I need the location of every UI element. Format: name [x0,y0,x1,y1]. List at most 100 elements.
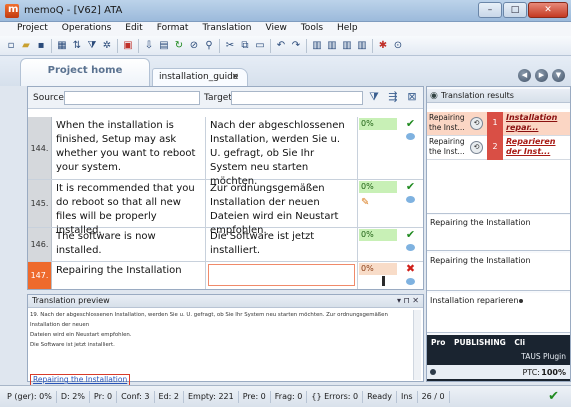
target-edit-box[interactable] [208,264,355,286]
result-item[interactable]: Repairing the Inst... ⟲ 2 Reparieren der… [427,136,570,160]
copy-source-icon[interactable]: ↻ [172,39,186,53]
close-button[interactable]: ✕ [528,2,568,18]
segment-row[interactable]: 144. When the installation is finished, … [28,117,423,187]
taus-tab-pro[interactable]: Pro [431,338,445,347]
comment-bubble-icon[interactable] [406,244,415,251]
cut-icon[interactable]: ✂ [223,39,237,53]
open-icon[interactable]: ▰ [19,39,33,53]
new-icon[interactable]: ▫ [4,39,18,53]
segment-number: 144. [28,117,52,179]
segment-row[interactable]: 145. It is recommended that you do reboo… [28,180,423,236]
status-confirmed: Conf: 3 [117,390,155,403]
target-cell[interactable]: Zur ordnungsgemäßen Installation der neu… [206,180,358,236]
paste-icon[interactable]: ▭ [253,39,267,53]
source-cell: Repairing the Installation [52,262,206,289]
target-cell[interactable]: Die Software ist jetzt installiert. [206,228,358,261]
taus-tab-publishing[interactable]: PUBLISHING [454,338,506,347]
menu-format[interactable]: Format [150,22,196,36]
menu-project[interactable]: Project [10,22,55,36]
undo-icon[interactable]: ↶ [274,39,288,53]
help-icon[interactable]: ⊙ [391,39,405,53]
table-icon[interactable]: ▦ [55,39,69,53]
gear-icon[interactable]: ✱ [376,39,390,53]
menu-help[interactable]: Help [330,22,365,36]
clear-filter-icon[interactable]: ⊠ [405,90,419,105]
toolbar-separator [270,38,271,53]
match-cell: 0% ✎ [358,180,398,227]
status-cell: ✖ [398,262,423,289]
find-icon[interactable]: ⚲ [202,39,216,53]
taus-plugin-panel: Pro PUBLISHING Cli TAUS Plugin PTC: 100% [427,335,570,381]
tab-project-home[interactable]: Project home [20,58,150,86]
ok-check-icon: ✔ [548,389,559,404]
settings-icon[interactable]: ✲ [100,39,114,53]
result-source: Repairing the Inst... [429,113,465,132]
preview-scrollbar[interactable] [413,310,421,380]
redo-icon[interactable]: ↷ [289,39,303,53]
preview-title: Translation preview [32,296,110,305]
layout-3-icon[interactable]: ▥ [340,39,354,53]
maximize-button[interactable]: □ [503,2,527,18]
menu-edit[interactable]: Edit [118,22,149,36]
toolbar-separator [51,38,52,53]
result-target-text: Installation reparieren [430,296,519,305]
source-filter-input[interactable] [64,91,200,105]
status-progress: P (ger): 0% [3,390,57,403]
toolbar-separator [306,38,307,53]
confirmed-check-icon: ✔ [405,117,416,130]
tab-close-icon[interactable]: × [231,69,239,85]
lookup-icon[interactable]: ▤ [157,39,171,53]
target-filter-input[interactable] [231,91,363,105]
toolbar-separator [219,38,220,53]
comment-bubble-icon[interactable] [406,278,415,285]
menu-translation[interactable]: Translation [195,22,258,36]
clear-icon[interactable]: ⊘ [187,39,201,53]
copy-icon[interactable]: ⧉ [238,39,252,53]
menu-operations[interactable]: Operations [55,22,118,36]
segment-row-active[interactable]: 147. Repairing the Installation 0% ✖ [28,262,423,289]
status-bar: P (ger): 0% D: 2% Pr: 0 Conf: 3 Ed: 2 Em… [0,385,571,407]
tab-installation-guide[interactable]: installation_guide × [152,68,248,86]
ptc-label: PTC: [522,368,540,377]
status-done: D: 2% [57,390,90,403]
match-percent: 0% [359,229,397,241]
match-percent: 0% [359,118,397,130]
status-errors: {} Errors: 0 [307,390,364,403]
save-icon[interactable]: ▪ [34,39,48,53]
minimize-button[interactable]: – [478,2,502,18]
translation-results-pane: ◉ Translation results Repairing the Inst… [426,86,571,382]
target-cell[interactable] [206,262,358,289]
eye-icon[interactable]: ◉ [430,90,438,103]
menu-tools[interactable]: Tools [294,22,330,36]
segment-row[interactable]: 146. The software is now installed. Die … [28,228,423,262]
filter-icon[interactable]: ⧩ [85,39,99,53]
result-item[interactable]: Repairing the Inst... ⟲ 1 Installation r… [427,112,570,136]
forward-icon[interactable]: ▶ [535,69,548,82]
tab-document-label: installation_guide [159,72,239,82]
taus-tab-cli[interactable]: Cli [514,338,525,347]
panel-controls-icon[interactable]: ▾ ⊓ ✕ [397,295,419,307]
menu-view[interactable]: View [258,22,293,36]
comment-bubble-icon[interactable] [406,133,415,140]
status-proofread: Pr: 0 [90,390,118,403]
status-cell: ✔ [398,228,423,261]
comment-bubble-icon[interactable] [406,196,415,203]
target-filter-label: Target [204,93,232,103]
result-source: Repairing the Inst... [429,137,465,156]
result-source-compare: Repairing the Installation [427,215,570,251]
sort-icon[interactable]: ⇅ [70,39,84,53]
close-doc-icon[interactable]: ▣ [121,39,135,53]
dropdown-icon[interactable]: ▼ [552,69,565,82]
funnel-icon[interactable]: ⧩ [367,90,381,105]
match-percent: 0% [359,263,397,275]
filter-bar: Source Target ⧩ ⇶ ⊠ [28,87,423,109]
sort-options-icon[interactable]: ⇶ [386,90,400,105]
layout-1-icon[interactable]: ▥ [310,39,324,53]
layout-2-icon[interactable]: ▥ [325,39,339,53]
back-icon[interactable]: ◀ [518,69,531,82]
target-cell[interactable]: Nach der abgeschlossenen Installation, w… [206,117,358,187]
layout-4-icon[interactable]: ▥ [355,39,369,53]
confirm-icon[interactable]: ⇩ [142,39,156,53]
taus-bottom-bar: PTC: 100% [427,365,570,379]
toolbar-separator [138,38,139,53]
